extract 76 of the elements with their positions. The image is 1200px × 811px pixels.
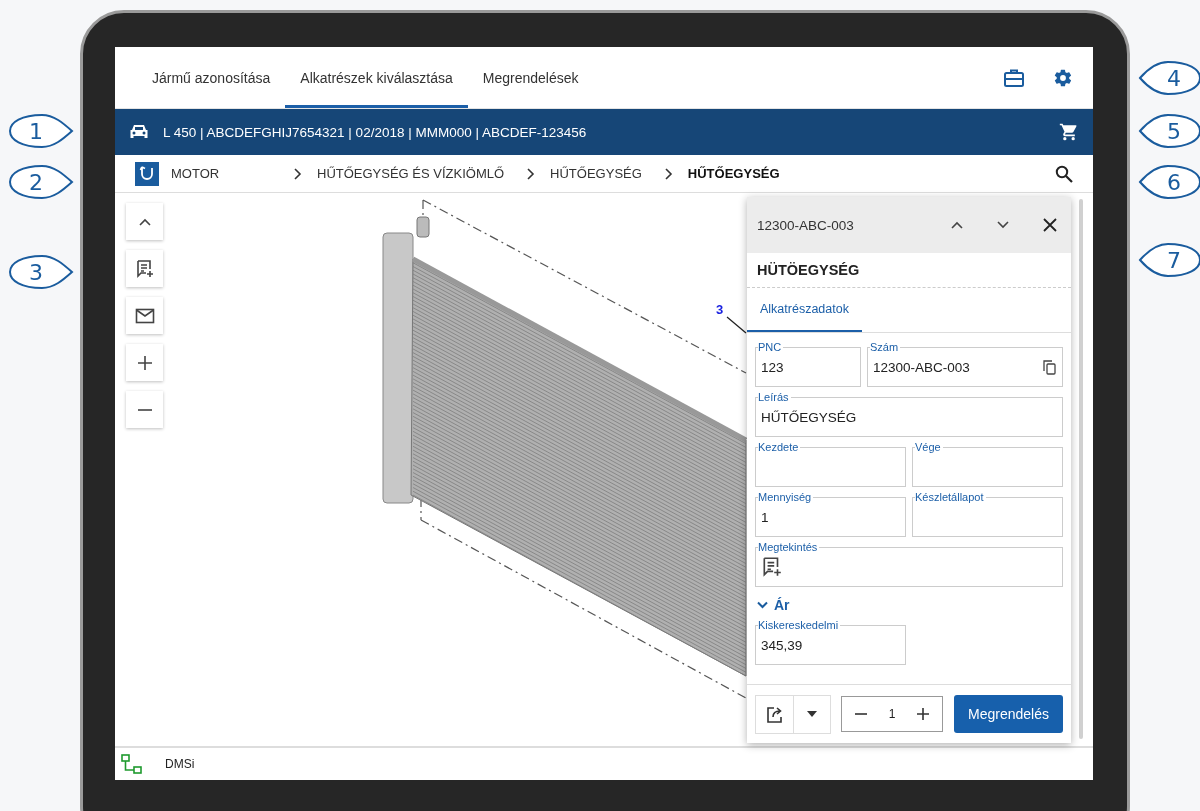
chevron-right-icon [663, 167, 674, 180]
field-label: Mennyiség [758, 491, 813, 503]
callout-marker: 5 [1138, 113, 1200, 149]
price-section-toggle[interactable]: Ár [755, 591, 790, 615]
chevron-up-icon[interactable] [951, 221, 963, 229]
nav-tab[interactable]: Megrendelések [467, 50, 594, 108]
field-value: 12300-ABC-003 [873, 359, 970, 375]
breadcrumb-item[interactable]: MOTOR [171, 166, 293, 181]
order-button[interactable]: Megrendelés [954, 695, 1063, 733]
callout-marker: 3 [8, 254, 74, 290]
text-field[interactable]: Készletállapot [912, 491, 1063, 537]
minus-icon [855, 713, 867, 715]
field-label: Szám [870, 341, 900, 353]
vehicle-info: L 450 | ABCDEFGHIJ7654321 | 02/2018 | MMM000 | ABCDEF-123456 [163, 124, 587, 140]
callout-marker: 4 [1138, 60, 1200, 96]
field-value: 1 [761, 509, 769, 525]
note-add-icon [134, 258, 155, 279]
add-note-button[interactable] [126, 250, 163, 287]
chevron-right-icon [526, 167, 537, 180]
engine-category-icon[interactable] [135, 161, 159, 186]
breadcrumb-item[interactable]: HŰTŐEGYSÉG [550, 166, 664, 181]
part-title: HÜTÖEGYSÉG [747, 253, 1071, 288]
text-field[interactable]: Leírás HŰTŐEGYSÉG [755, 391, 1063, 437]
text-field[interactable]: Kiskereskedelmi 345,39 [755, 619, 906, 665]
field-label: Leírás [758, 391, 790, 403]
briefcase-icon[interactable] [1004, 68, 1024, 87]
search-icon[interactable] [1055, 164, 1073, 183]
quantity-value[interactable]: 1 [888, 707, 896, 721]
chevron-up-icon [138, 217, 151, 226]
text-field[interactable]: Szám 12300-ABC-003 [867, 341, 1063, 387]
text-field[interactable]: PNC 123 [755, 341, 861, 387]
zoom-in-button[interactable] [126, 344, 163, 381]
field-label: Megtekintés [758, 541, 819, 553]
status-text: DMSi [165, 757, 195, 771]
field-label: Kezdete [758, 441, 800, 453]
field-label: PNC [758, 341, 783, 353]
envelope-icon [134, 307, 155, 324]
detail-tab[interactable]: Alkatrészadatok [747, 288, 862, 332]
leader-line [726, 316, 747, 334]
part-number: 12300-ABC-003 [757, 217, 854, 233]
callout-marker: 7 [1138, 242, 1200, 278]
field-value: HŰTŐEGYSÉG [761, 409, 857, 425]
close-icon[interactable] [1043, 218, 1057, 232]
car-icon [129, 124, 149, 140]
chevron-down-icon[interactable] [997, 221, 1009, 229]
nav-tab[interactable]: Jármű azonosítása [137, 50, 286, 108]
field-label: Kiskereskedelmi [758, 619, 840, 631]
text-field[interactable]: Kezdete [755, 441, 906, 487]
chevron-right-icon [293, 167, 303, 180]
plus-icon [137, 355, 152, 370]
share-icon [765, 705, 784, 723]
text-field[interactable]: Vége [912, 441, 1063, 487]
breadcrumb-item[interactable]: HŰTŐEGYSÉG ÉS VÍZKIÖMLŐ [317, 166, 527, 181]
breadcrumb-item[interactable]: HŰTŐEGYSÉG [687, 166, 802, 181]
chevron-down-icon [757, 601, 768, 609]
callout-number[interactable]: 3 [716, 302, 724, 317]
email-button[interactable] [126, 297, 163, 334]
field-label: Készletállapot [915, 491, 985, 503]
cart-icon[interactable] [1059, 122, 1079, 142]
field-label: Vége [915, 441, 942, 453]
field-value: 123 [761, 359, 784, 375]
settings-icon[interactable] [1053, 67, 1073, 88]
note-add-icon[interactable] [761, 556, 783, 578]
callout-marker: 6 [1138, 164, 1200, 200]
callout-marker: 2 [8, 164, 74, 200]
text-field[interactable]: Megtekintés [755, 541, 1063, 587]
plus-icon [917, 708, 929, 720]
minus-icon [137, 408, 152, 411]
caret-down-icon [807, 711, 817, 717]
field-value: 345,39 [761, 637, 803, 653]
network-icon [121, 754, 143, 774]
scrollbar[interactable] [1079, 199, 1083, 739]
callout-marker: 1 [8, 113, 74, 149]
text-field[interactable]: Mennyiség 1 [755, 491, 906, 537]
copy-icon[interactable] [1043, 359, 1056, 375]
increment-button[interactable] [914, 705, 932, 723]
